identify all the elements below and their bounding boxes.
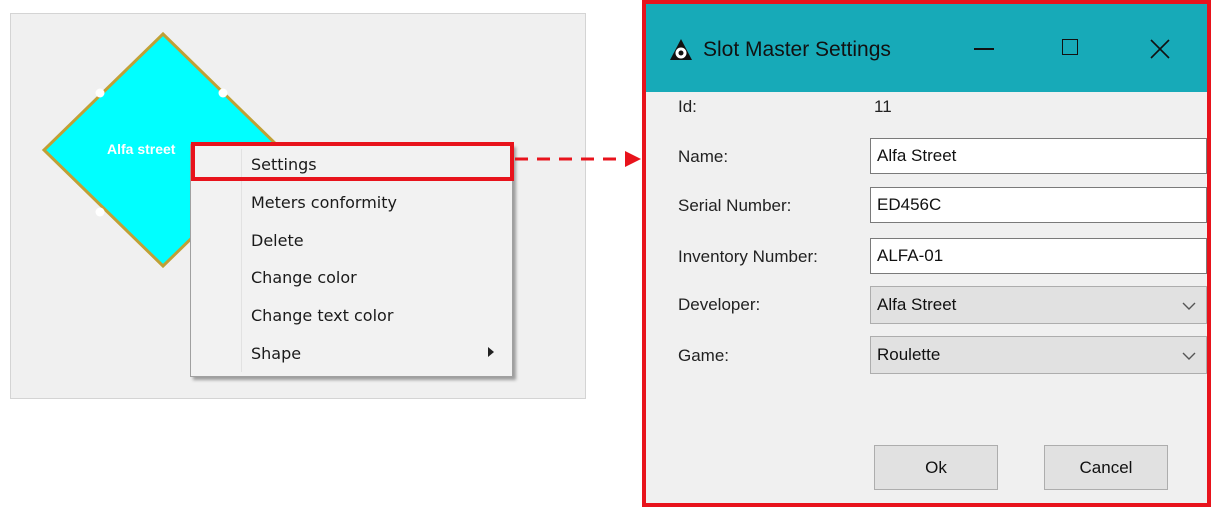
name-label: Name: — [678, 147, 729, 166]
resize-handle[interactable] — [95, 88, 105, 98]
serial-number-label: Serial Number: — [678, 196, 792, 215]
developer-selected-value: Alfa Street — [877, 295, 957, 314]
menu-item-change-text-color[interactable]: Change text color — [251, 304, 393, 328]
inventory-number-label: Inventory Number: — [678, 247, 818, 266]
menu-item-change-color[interactable]: Change color — [251, 266, 357, 290]
settings-highlight-box — [191, 142, 514, 181]
close-icon — [1150, 39, 1170, 59]
id-label: Id: — [678, 97, 697, 116]
dashed-arrow-icon — [515, 151, 641, 167]
menu-item-shape[interactable]: Shape — [251, 342, 301, 366]
developer-label: Developer: — [678, 295, 761, 314]
menu-item-delete[interactable]: Delete — [251, 229, 304, 253]
menu-item-meters-conformity[interactable]: Meters conformity — [251, 191, 397, 215]
inventory-number-field[interactable]: ALFA-01 — [870, 238, 1207, 274]
node-label: Alfa street — [107, 141, 176, 157]
menu-gutter — [241, 149, 242, 372]
ok-button[interactable]: Ok — [874, 445, 998, 490]
game-selected-value: Roulette — [877, 345, 941, 364]
chevron-down-icon — [1182, 302, 1196, 310]
game-select[interactable]: Roulette — [870, 336, 1207, 374]
resize-handle[interactable] — [95, 207, 105, 217]
maximize-button[interactable] — [1046, 28, 1094, 70]
app-logo-icon — [670, 39, 692, 60]
minimize-button[interactable] — [961, 28, 1009, 70]
dialog-title: Slot Master Settings — [703, 38, 891, 61]
close-button[interactable] — [1136, 28, 1184, 70]
submenu-arrow-icon — [488, 347, 494, 357]
cancel-button[interactable]: Cancel — [1044, 445, 1168, 490]
id-value: 11 — [874, 97, 892, 116]
title-bar[interactable]: Slot Master Settings — [646, 4, 1207, 92]
name-field[interactable]: Alfa Street — [870, 138, 1207, 174]
serial-number-field[interactable]: ED456C — [870, 187, 1207, 223]
game-label: Game: — [678, 346, 730, 365]
resize-handle[interactable] — [218, 88, 228, 98]
slot-master-settings-dialog: Slot Master Settings Id: 11 Name: Alfa S… — [642, 0, 1211, 507]
chevron-down-icon — [1182, 352, 1196, 360]
developer-select[interactable]: Alfa Street — [870, 286, 1207, 324]
